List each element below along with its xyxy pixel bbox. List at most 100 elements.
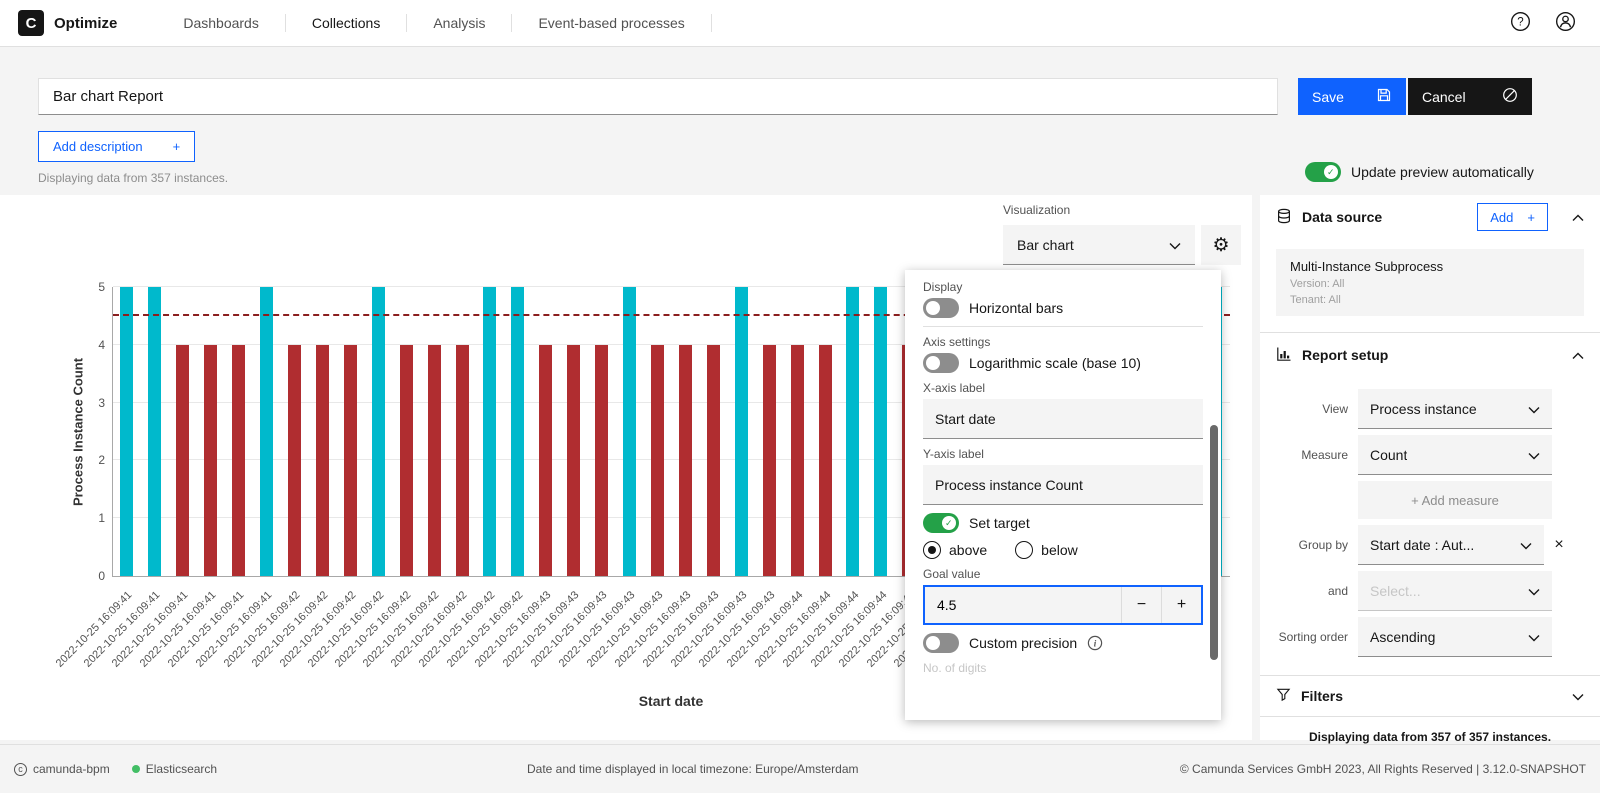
increment-button[interactable]: + [1161, 587, 1201, 623]
bar[interactable] [735, 287, 748, 576]
view-select[interactable]: Process instance [1358, 389, 1552, 429]
visualization-value: Bar chart [1017, 237, 1074, 253]
sorting-order-select[interactable]: Ascending [1358, 617, 1552, 657]
custom-precision-toggle[interactable] [923, 633, 959, 653]
chart-settings-button[interactable]: ⚙ [1201, 225, 1241, 265]
update-preview-toggle[interactable] [1305, 162, 1341, 182]
above-radio[interactable] [923, 541, 941, 559]
bar[interactable] [791, 345, 804, 576]
decrement-button[interactable]: − [1121, 587, 1161, 623]
plus-icon: + [173, 139, 181, 154]
bar[interactable] [260, 287, 273, 576]
bar[interactable] [232, 345, 245, 576]
chevron-down-icon [1528, 447, 1540, 463]
bar-slot [364, 287, 392, 576]
and-select[interactable]: Select... [1358, 571, 1552, 611]
cancel-icon [1502, 87, 1518, 106]
bar-slot [588, 287, 616, 576]
visualization-select[interactable]: Bar chart [1003, 225, 1195, 265]
nav-items: DashboardsCollectionsAnalysisEvent-based… [157, 0, 711, 46]
status-dot-icon [132, 765, 140, 773]
bar[interactable] [344, 345, 357, 576]
nav-item-dashboards[interactable]: Dashboards [157, 0, 285, 46]
group-by-remove-button[interactable]: × [1548, 536, 1570, 554]
cancel-button[interactable]: Cancel [1408, 78, 1532, 115]
chevron-up-icon[interactable] [1572, 347, 1584, 363]
horizontal-bars-label: Horizontal bars [969, 300, 1063, 316]
help-button[interactable]: ? [1510, 11, 1531, 35]
bar[interactable] [595, 345, 608, 576]
bar[interactable] [372, 287, 385, 576]
sorting-order-select-value: Ascending [1370, 629, 1435, 645]
report-setup-row: andSelect... [1276, 571, 1584, 611]
bar[interactable] [120, 287, 133, 576]
bar-slot [197, 287, 225, 576]
report-setup-row-label: Group by [1276, 538, 1358, 552]
goal-value-field: − + [923, 585, 1203, 625]
bar[interactable] [204, 345, 217, 576]
horizontal-bars-toggle[interactable] [923, 298, 959, 318]
bar[interactable] [846, 287, 859, 576]
bar[interactable] [874, 287, 887, 576]
bar[interactable] [176, 345, 189, 576]
set-target-toggle[interactable] [923, 513, 959, 533]
nav-item-analysis[interactable]: Analysis [407, 0, 511, 46]
user-button[interactable] [1555, 11, 1576, 35]
group-by-select[interactable]: Start date : Aut... [1358, 525, 1544, 565]
popover-scrollbar[interactable] [1210, 425, 1218, 660]
report-name-input[interactable] [38, 78, 1278, 115]
bar[interactable] [651, 345, 664, 576]
bar[interactable] [707, 345, 720, 576]
bar[interactable] [819, 345, 832, 576]
nav-item-collections[interactable]: Collections [286, 0, 406, 46]
bar[interactable] [623, 287, 636, 576]
add-description-button[interactable]: Add description + [38, 131, 195, 162]
data-source-card[interactable]: Multi-Instance Subprocess Version: All T… [1276, 249, 1584, 316]
bar-slot [783, 287, 811, 576]
connection-status: Elasticsearch [132, 762, 217, 776]
bar[interactable] [428, 345, 441, 576]
log-scale-toggle[interactable] [923, 353, 959, 373]
bar[interactable] [456, 345, 469, 576]
nav-item-event-based-processes[interactable]: Event-based processes [512, 0, 710, 46]
bar[interactable] [763, 345, 776, 576]
report-setup-header: Report setup [1260, 333, 1600, 377]
y-axis-label-input[interactable] [923, 465, 1203, 505]
data-source-version: Version: All [1290, 278, 1570, 290]
bar[interactable] [511, 287, 524, 576]
report-setup-title: Report setup [1302, 347, 1388, 363]
bar-slot [253, 287, 281, 576]
info-icon[interactable]: i [1087, 635, 1103, 651]
digits-heading: No. of digits [923, 661, 1203, 675]
data-source-title: Data source [1302, 209, 1382, 225]
goal-value-input[interactable] [925, 587, 1121, 623]
bar[interactable] [148, 287, 161, 576]
bar[interactable] [288, 345, 301, 576]
chevron-down-icon [1528, 629, 1540, 645]
bar[interactable] [539, 345, 552, 576]
bar[interactable] [316, 345, 329, 576]
bar[interactable] [567, 345, 580, 576]
chevron-up-icon[interactable] [1572, 209, 1584, 225]
y-tick-label: 0 [79, 569, 105, 583]
bar-slot [616, 287, 644, 576]
save-button[interactable]: Save [1298, 78, 1406, 115]
set-target-label: Set target [969, 515, 1030, 531]
add-measure-button[interactable]: + Add measure [1358, 481, 1552, 519]
bar-slot [755, 287, 783, 576]
measure-select[interactable]: Count [1358, 435, 1552, 475]
bar-slot [671, 287, 699, 576]
bar[interactable] [483, 287, 496, 576]
chevron-down-icon[interactable] [1572, 688, 1584, 704]
config-sidebar: Data source Add + Multi-Instance Subproc… [1260, 195, 1600, 740]
bar-slot [281, 287, 309, 576]
add-description-label: Add description [53, 139, 143, 154]
add-datasource-button[interactable]: Add + [1477, 203, 1548, 231]
x-axis-label-input[interactable] [923, 399, 1203, 439]
camunda-logo-icon: C [18, 10, 44, 36]
gear-icon: ⚙ [1212, 234, 1229, 257]
group-by-select-value: Start date : Aut... [1370, 537, 1474, 553]
below-radio[interactable] [1015, 541, 1033, 559]
bar[interactable] [679, 345, 692, 576]
bar[interactable] [400, 345, 413, 576]
